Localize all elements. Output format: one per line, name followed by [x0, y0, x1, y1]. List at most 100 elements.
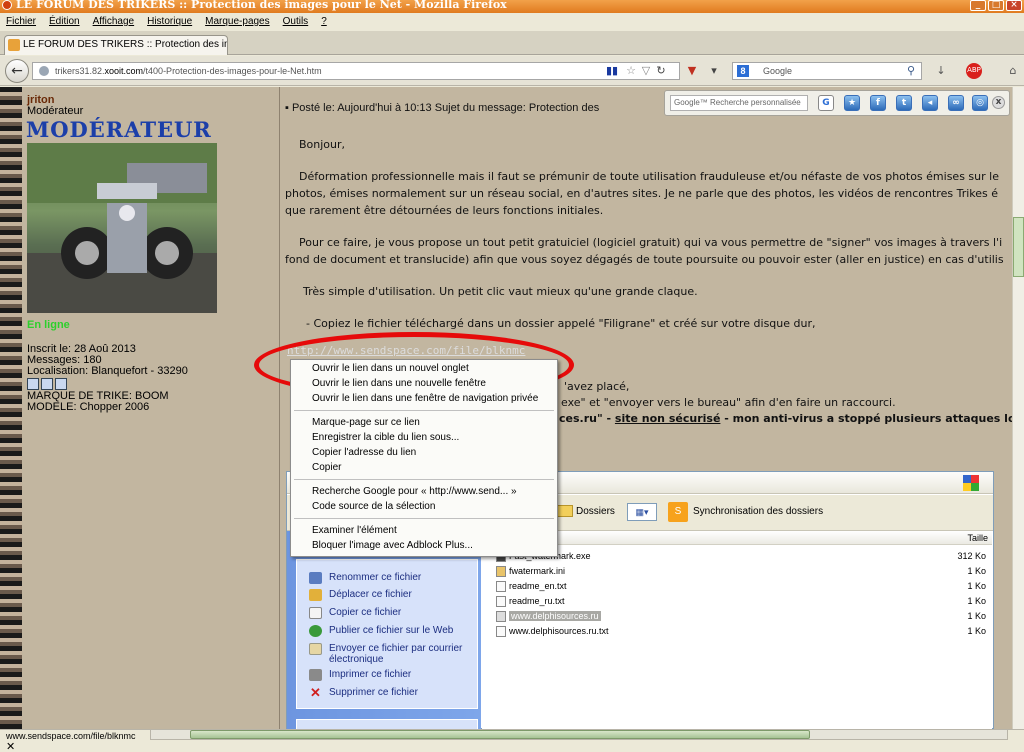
menu-edit[interactable]: Édition [49, 16, 80, 27]
maximize-button[interactable]: □ [988, 0, 1004, 11]
dropdown-arrow-icon-2[interactable]: ▾ [708, 64, 720, 78]
menu-save-link-as[interactable]: Enregistrer la cible du lien sous... [312, 431, 459, 444]
facebook-button[interactable]: f [870, 95, 886, 111]
vertical-scrollbar[interactable] [1012, 87, 1024, 729]
google-search-engine-icon: 8 [737, 65, 749, 77]
file-name: www.delphisources.ru [509, 611, 601, 621]
post-line-7: - Copiez le fichier téléchargé dans un d… [306, 317, 816, 330]
post-line-5: fond de document et translucide) afin qu… [285, 253, 1004, 266]
task-copy[interactable]: Copier ce fichier [329, 607, 401, 619]
search-input[interactable]: 8 Google [732, 62, 922, 80]
menu-inspect-element[interactable]: Examiner l'élément [312, 524, 397, 537]
delete-icon: ✕ [310, 685, 321, 700]
size-column-header[interactable]: Taille [930, 532, 988, 544]
menu-open-private-window[interactable]: Ouvrir le lien dans une fenêtre de navig… [312, 392, 538, 405]
poster-rank: Modérateur [27, 105, 84, 117]
folder-icon [557, 505, 573, 517]
download-status-icon[interactable]: ▼ [684, 64, 700, 78]
file-row[interactable]: www.delphisources.ru.txt [496, 624, 609, 639]
txt-icon [496, 581, 506, 593]
minimize-button[interactable]: _ [970, 0, 986, 11]
dropdown-arrow-icon[interactable]: ▽ [640, 64, 652, 78]
post-line-greeting: Bonjour, [299, 138, 346, 151]
mail-button[interactable]: ◎ [972, 95, 988, 111]
file-row[interactable]: readme_en.txt [496, 579, 567, 594]
reload-icon[interactable]: ↻ [654, 64, 668, 78]
window-titlebar[interactable]: LE FORUM DES TRIKERS :: Protection des i… [0, 0, 1024, 13]
trike-photo [27, 143, 217, 313]
firefox-logo-icon [2, 0, 12, 10]
menu-open-new-tab[interactable]: Ouvrir le lien dans un nouvel onglet [312, 362, 469, 375]
home-icon[interactable]: ⌂ [1006, 64, 1020, 78]
menu-open-new-window[interactable]: Ouvrir le lien dans une nouvelle fenêtre [312, 377, 486, 390]
task-rename[interactable]: Renommer ce fichier [329, 572, 421, 584]
task-print[interactable]: Imprimer ce fichier [329, 669, 411, 681]
close-toolbar-icon[interactable]: x [992, 96, 1005, 109]
magnifier-icon[interactable]: ⚲ [904, 64, 918, 78]
rename-icon [309, 572, 322, 584]
back-button[interactable]: ← [5, 59, 29, 83]
sync-icon: S [668, 502, 688, 522]
link-button[interactable]: ∞ [948, 95, 964, 111]
menu-file[interactable]: Fichier [6, 16, 36, 27]
file-row[interactable]: fwatermark.ini [496, 564, 565, 579]
file-name: www.delphisources.ru.txt [509, 626, 609, 636]
task-move[interactable]: Déplacer ce fichier [329, 589, 412, 601]
window-title: LE FORUM DES TRIKERS :: Protection des i… [16, 0, 507, 11]
download-arrow-icon[interactable]: ↓ [934, 64, 948, 78]
menu-adblock-image[interactable]: Bloquer l'image avec Adblock Plus... [312, 539, 473, 552]
share-button[interactable]: ◂ [922, 95, 938, 111]
post-line-11: ces.ru" - site non sécurisé - mon anti-v… [559, 409, 1024, 428]
poster-location: Localisation: Blanquefort - 33290 [27, 365, 188, 377]
menu-copy[interactable]: Copier [312, 461, 341, 474]
adblock-icon[interactable]: ABP [966, 63, 982, 79]
vertical-scroll-thumb[interactable] [1013, 217, 1024, 277]
menubar: Fichier Édition Affichage Historique Marque-… [0, 13, 1024, 31]
bookmark-star-icon[interactable]: ☆ [624, 64, 638, 78]
print-icon [309, 669, 322, 681]
tab-bar: LE FORUM DES TRIKERS :: Protection des i… [0, 31, 1024, 55]
sync-folders-button[interactable]: Synchronisation des dossiers [693, 506, 823, 518]
folders-button[interactable]: Dossiers [576, 506, 615, 518]
file-list-header: Taille [482, 531, 992, 545]
zodiac-icon [41, 378, 53, 391]
url-bar[interactable]: trikers31.82.xooit.com/t400-Protection-d… [32, 62, 680, 80]
file-name: fwatermark.ini [509, 566, 566, 576]
menu-view[interactable]: Affichage [93, 16, 135, 27]
tab-forum[interactable]: LE FORUM DES TRIKERS :: Protection des i… [4, 35, 228, 55]
menu-bookmarks[interactable]: Marque-pages [205, 16, 269, 27]
task-email-cont[interactable]: électronique [329, 654, 383, 666]
menu-view-selection-source[interactable]: Code source de la sélection [312, 500, 435, 513]
task-delete[interactable]: Supprimer ce fichier [329, 687, 418, 699]
file-size: 1 Ko [967, 596, 986, 606]
menu-tools[interactable]: Outils [283, 16, 309, 27]
google-custom-search[interactable]: Google™ Recherche personnalisée [670, 95, 808, 111]
google-g-button[interactable]: G [818, 95, 834, 111]
file-row-selected[interactable]: www.delphisources.ru [496, 609, 601, 624]
file-size: 1 Ko [967, 581, 986, 591]
menu-history[interactable]: Historique [147, 16, 192, 27]
menu-bookmark-link[interactable]: Marque-page sur ce lien [312, 416, 420, 429]
close-findbar-icon[interactable]: ✕ [6, 741, 15, 752]
horizontal-scroll-thumb[interactable] [190, 730, 810, 739]
menu-google-search[interactable]: Recherche Google pour « http://www.send.… [312, 485, 517, 498]
url-prefix: trikers31.82. [55, 66, 105, 76]
navigation-toolbar: ← trikers31.82.xooit.com/t400-Protection… [0, 56, 1024, 86]
mail-icon [309, 643, 322, 655]
twitter-button[interactable]: t [896, 95, 912, 111]
close-window-button[interactable]: × [1006, 0, 1022, 11]
decorative-left-strip [0, 87, 22, 729]
context-menu: Ouvrir le lien dans un nouvel onglet Ouv… [290, 359, 558, 557]
post-header-text: Posté le: Aujourd'hui à 10:13 Sujet du m… [291, 102, 600, 114]
search-placeholder: Google [763, 66, 793, 76]
task-publish[interactable]: Publier ce fichier sur le Web [329, 625, 453, 637]
menu-copy-link[interactable]: Copier l'adresse du lien [312, 446, 416, 459]
menu-separator [294, 518, 554, 519]
status-text: www.sendspace.com/file/blknmc [6, 731, 136, 741]
menu-separator [294, 479, 554, 480]
file-row[interactable]: readme_ru.txt [496, 594, 565, 609]
poster-avatar [27, 143, 217, 313]
view-mode-icon[interactable]: ▦▾ [627, 503, 657, 521]
menu-help[interactable]: ? [321, 16, 327, 27]
favorite-star-button[interactable]: ★ [844, 95, 860, 111]
